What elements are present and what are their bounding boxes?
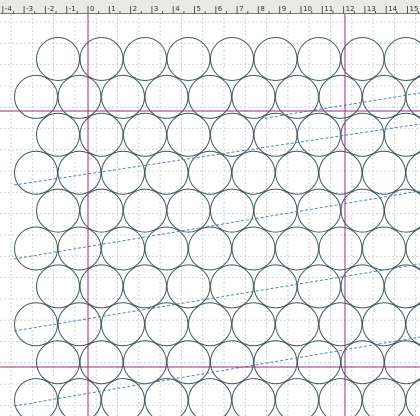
pattern-circle[interactable]: [101, 302, 145, 347]
ruler-label: 0: [90, 5, 94, 13]
ruler-label: 11: [324, 5, 333, 13]
ruler-label: 5: [197, 5, 201, 13]
pattern-circle[interactable]: [253, 37, 298, 81]
pattern-circle[interactable]: [340, 340, 385, 385]
pattern-circle[interactable]: [166, 340, 211, 385]
pattern-circle[interactable]: [57, 74, 102, 119]
pattern-circle[interactable]: [297, 112, 341, 157]
pattern-circle[interactable]: [188, 74, 232, 119]
pattern-circle[interactable]: [384, 37, 420, 81]
ruler-label: 15: [410, 5, 419, 13]
pattern-circle[interactable]: [79, 264, 124, 309]
pattern-circle[interactable]: [14, 74, 58, 119]
pattern-circle[interactable]: [405, 75, 420, 118]
pattern-circle[interactable]: [384, 264, 420, 309]
ruler-label: 7: [239, 5, 243, 13]
pattern-circle[interactable]: [340, 264, 385, 309]
pattern-circle[interactable]: [384, 340, 420, 385]
pattern-circle[interactable]: [275, 302, 319, 347]
pattern-circle[interactable]: [166, 264, 211, 309]
pattern-circle[interactable]: [144, 302, 189, 347]
ruler-label: 6: [218, 5, 223, 13]
pattern-circle[interactable]: [210, 188, 254, 233]
pattern-circle[interactable]: [275, 226, 319, 271]
pattern-circle[interactable]: [405, 303, 420, 346]
pattern-circle[interactable]: [79, 340, 124, 385]
pattern-circle[interactable]: [405, 151, 420, 194]
ruler-label: 13: [367, 5, 376, 13]
ruler-label: 3: [154, 5, 158, 13]
ruler-label: 14: [388, 5, 397, 13]
pattern-circle[interactable]: [253, 340, 298, 385]
pattern-circle[interactable]: [36, 340, 80, 385]
pattern-circle[interactable]: [144, 74, 189, 119]
pattern-circle[interactable]: [210, 340, 254, 385]
ruler-label: 9: [282, 5, 286, 13]
ruler-label: -4: [5, 5, 13, 13]
pattern-circle[interactable]: [253, 112, 298, 157]
pattern-circle[interactable]: [340, 37, 385, 81]
ruler-label: 1: [111, 5, 115, 13]
pattern-circle[interactable]: [340, 188, 385, 233]
ruler-label: 12: [346, 5, 355, 13]
pattern-circle[interactable]: [362, 150, 406, 195]
pattern-circle[interactable]: [166, 188, 211, 233]
ruler-label: 8: [260, 5, 264, 13]
pattern-circle[interactable]: [36, 188, 80, 233]
pattern-circle[interactable]: [253, 188, 298, 233]
pattern-circle[interactable]: [405, 227, 420, 270]
pattern-circle[interactable]: [14, 302, 58, 347]
pattern-circle[interactable]: [101, 150, 145, 195]
pattern-circle[interactable]: [231, 74, 276, 119]
horizontal-ruler[interactable]: -4 -3 -2 -1 0 1 2 3 4 5 6 7 8 9 10 11 12 13 14 15: [0, 0, 420, 15]
pattern-circle[interactable]: [275, 150, 319, 195]
pattern-circle[interactable]: [57, 302, 102, 347]
pattern-circle[interactable]: [297, 37, 341, 81]
pattern-circle[interactable]: [36, 37, 80, 81]
pattern-circle[interactable]: [231, 302, 276, 347]
pattern-circle[interactable]: [210, 264, 254, 309]
drawing-area[interactable]: [0, 14, 420, 416]
pattern-circle[interactable]: [318, 74, 363, 119]
design-canvas[interactable]: [0, 14, 420, 416]
pattern-circle[interactable]: [79, 188, 124, 233]
pattern-circle[interactable]: [253, 264, 298, 309]
pattern-circle[interactable]: [297, 188, 341, 233]
quilt-design-window: -4 -3 -2 -1 0 1 2 3 4 5 6 7 8 9 10 11 12 13 14 15: [0, 0, 420, 416]
pattern-circle[interactable]: [188, 150, 232, 195]
ruler-label: -1: [69, 5, 76, 13]
pattern-circle[interactable]: [14, 150, 58, 195]
pattern-circle[interactable]: [318, 226, 363, 271]
pattern-circle[interactable]: [144, 150, 189, 195]
ruler-label: 4: [175, 5, 180, 13]
pattern-circle[interactable]: [362, 302, 406, 347]
pattern-circle[interactable]: [275, 74, 319, 119]
ruler-label: 2: [133, 5, 137, 13]
pattern-circle[interactable]: [188, 302, 232, 347]
pattern-circle[interactable]: [210, 37, 254, 81]
ruler-label: -3: [26, 5, 33, 13]
pattern-circle[interactable]: [144, 226, 189, 271]
pattern-circle[interactable]: [79, 37, 124, 81]
pattern-circle[interactable]: [14, 226, 58, 271]
pattern-circle[interactable]: [36, 264, 80, 309]
ruler-label: 10: [303, 5, 312, 13]
pattern-circle[interactable]: [166, 37, 211, 81]
pattern-circle[interactable]: [362, 226, 406, 271]
pattern-circle[interactable]: [297, 264, 341, 309]
pattern-circle[interactable]: [101, 226, 145, 271]
pattern-circle[interactable]: [231, 150, 276, 195]
quilting-line[interactable]: [13, 190, 420, 260]
pattern-circle[interactable]: [318, 302, 363, 347]
pattern-circle[interactable]: [101, 74, 145, 119]
pattern-circle[interactable]: [231, 226, 276, 271]
pattern-circle[interactable]: [188, 226, 232, 271]
pattern-circle[interactable]: [101, 378, 145, 416]
ruler-label: -2: [47, 5, 54, 13]
pattern-circle[interactable]: [318, 150, 363, 195]
pattern-circle[interactable]: [297, 340, 341, 385]
